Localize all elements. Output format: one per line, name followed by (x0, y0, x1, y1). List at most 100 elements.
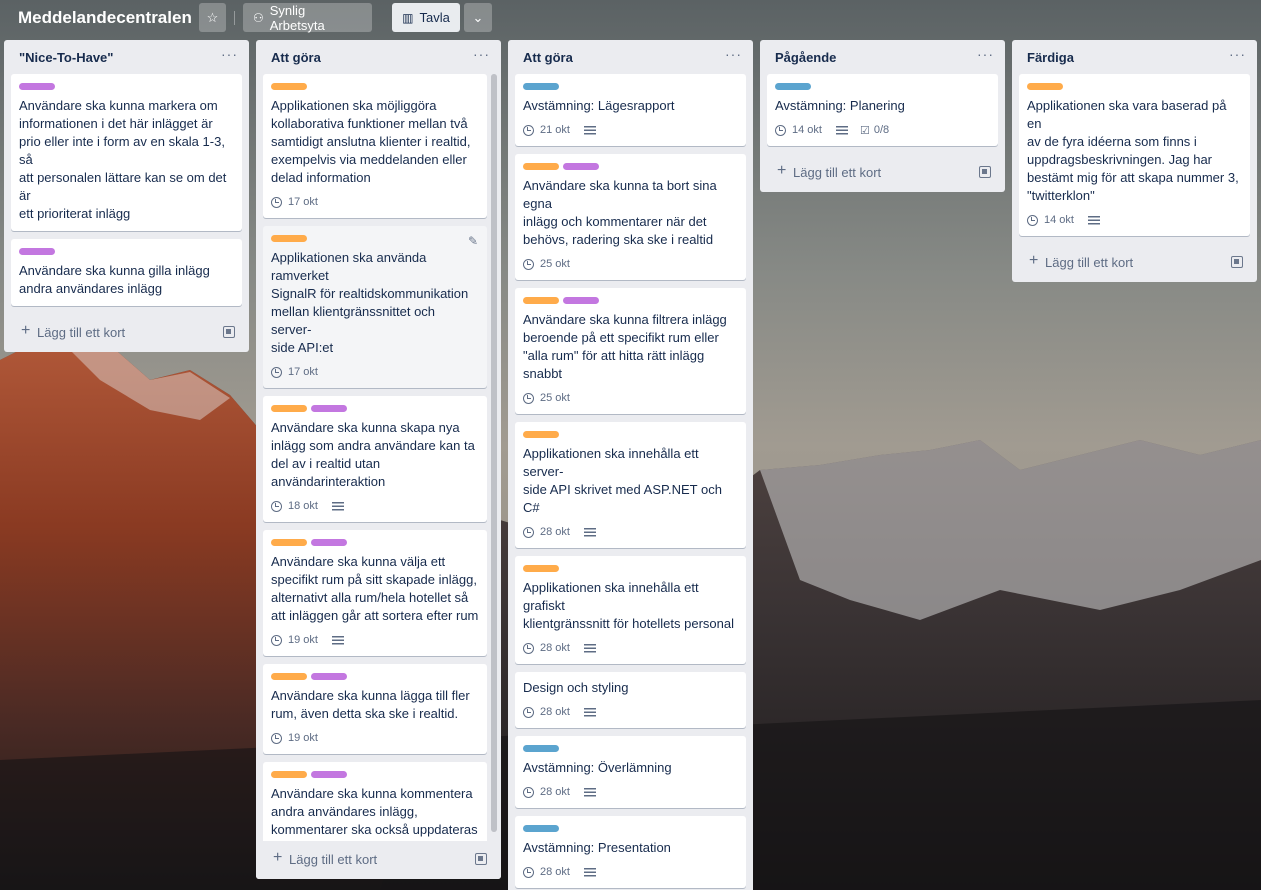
due-date-badge[interactable]: 28 okt (523, 866, 570, 878)
list-title[interactable]: Att göra (523, 50, 573, 65)
card[interactable]: Avstämning: Presentation 28 okt (515, 816, 746, 888)
label-orange[interactable] (1027, 83, 1063, 90)
label-purple[interactable] (311, 673, 347, 680)
list-title[interactable]: Färdiga (1027, 50, 1074, 65)
due-date-badge[interactable]: 25 okt (523, 258, 570, 270)
card-title: Användare ska kunna lägga till fler rum,… (271, 688, 470, 721)
clock-icon (523, 706, 534, 718)
label-purple[interactable] (311, 771, 347, 778)
label-orange[interactable] (523, 297, 559, 304)
list-menu-icon[interactable]: ··· (473, 46, 490, 62)
list-header: Att göra ··· (256, 40, 501, 74)
add-card-button[interactable]: + Lägg till ett kort (256, 841, 501, 879)
label-orange[interactable] (523, 163, 559, 170)
card[interactable]: Avstämning: Lägesrapport 21 okt (515, 74, 746, 146)
card[interactable]: Applikationen ska innehålla ett server- … (515, 422, 746, 548)
card[interactable]: Användare ska kunna skapa nya inlägg som… (263, 396, 487, 522)
card[interactable]: Användare ska kunna lägga till fler rum,… (263, 664, 487, 754)
due-date-badge[interactable]: 19 okt (271, 634, 318, 646)
label-purple[interactable] (563, 163, 599, 170)
description-icon (835, 125, 848, 135)
label-purple[interactable] (311, 405, 347, 412)
label-orange[interactable] (271, 539, 307, 546)
label-orange[interactable] (271, 405, 307, 412)
description-badge (330, 635, 344, 645)
card[interactable]: Användare ska kunna gilla inlägg andra a… (11, 239, 242, 306)
card[interactable]: Applikationen ska innehålla ett grafiskt… (515, 556, 746, 664)
card[interactable]: Applikationen ska möjliggöra kollaborati… (263, 74, 487, 218)
list-title[interactable]: Att göra (271, 50, 321, 65)
card-badges: 18 okt (271, 498, 479, 514)
description-badge (834, 125, 848, 135)
label-orange[interactable] (271, 673, 307, 680)
list-menu-icon[interactable]: ··· (977, 46, 994, 62)
board-view-button[interactable]: ▥ Tavla (392, 3, 460, 32)
due-date-badge[interactable]: 17 okt (271, 366, 318, 378)
board-title[interactable]: Meddelandecentralen (18, 8, 192, 28)
due-date-badge[interactable]: 14 okt (1027, 214, 1074, 226)
label-orange[interactable] (271, 235, 307, 242)
card[interactable]: Avstämning: Överlämning 28 okt (515, 736, 746, 808)
due-date-badge[interactable]: 28 okt (523, 706, 570, 718)
add-card-button[interactable]: + Lägg till ett kort (1012, 244, 1257, 282)
due-date-text: 17 okt (288, 196, 318, 208)
card[interactable]: Användare ska kunna välja ett specifikt … (263, 530, 487, 656)
due-date-badge[interactable]: 25 okt (523, 392, 570, 404)
add-card-button[interactable]: + Lägg till ett kort (760, 154, 1005, 192)
card-template-icon[interactable] (223, 326, 235, 338)
card[interactable]: Användare ska kunna filtrera inlägg bero… (515, 288, 746, 414)
due-date-badge[interactable]: 14 okt (775, 124, 822, 136)
label-orange[interactable] (523, 431, 559, 438)
card[interactable]: Design och styling 28 okt (515, 672, 746, 728)
card[interactable]: Applikationen ska vara baserad på en av … (1019, 74, 1250, 236)
list-menu-icon[interactable]: ··· (1229, 46, 1246, 62)
checklist-count: 0/8 (873, 124, 890, 136)
label-orange[interactable] (271, 83, 307, 90)
label-blue[interactable] (523, 825, 559, 832)
edit-pencil-icon[interactable]: ✎ (468, 234, 478, 248)
due-date-text: 18 okt (288, 500, 318, 512)
due-date-badge[interactable]: 18 okt (271, 500, 318, 512)
card[interactable]: Användare ska kunna ta bort sina egna in… (515, 154, 746, 280)
card-template-icon[interactable] (979, 166, 991, 178)
card[interactable]: ✎ Applikationen ska använda ramverket Sig… (263, 226, 487, 388)
due-date-badge[interactable]: 19 okt (271, 732, 318, 744)
label-purple[interactable] (563, 297, 599, 304)
card-template-icon[interactable] (475, 853, 487, 865)
label-purple[interactable] (311, 539, 347, 546)
view-dropdown-button[interactable]: ⌄ (464, 3, 492, 32)
visibility-label: Synlig Arbetsyta (269, 2, 325, 33)
card[interactable]: Användare ska kunna kommentera andra anv… (263, 762, 487, 841)
list-scrollbar-thumb[interactable] (491, 74, 497, 832)
clock-icon (523, 866, 534, 878)
label-blue[interactable] (523, 83, 559, 90)
description-icon (331, 501, 344, 511)
label-orange[interactable] (271, 771, 307, 778)
card[interactable]: Avstämning: Planering 14 okt ☑ 0/8 (767, 74, 998, 146)
card[interactable]: Användare ska kunna markera om informati… (11, 74, 242, 231)
list-header: Pågående ··· (760, 40, 1005, 74)
label-orange[interactable] (523, 565, 559, 572)
label-purple[interactable] (19, 248, 55, 255)
label-blue[interactable] (775, 83, 811, 90)
list-scrollbar[interactable] (491, 74, 497, 832)
list-menu-icon[interactable]: ··· (725, 46, 742, 62)
list-title[interactable]: "Nice-To-Have" (19, 50, 113, 65)
description-badge (1086, 215, 1100, 225)
card-labels (775, 83, 990, 91)
due-date-badge[interactable]: 28 okt (523, 642, 570, 654)
list-title[interactable]: Pågående (775, 50, 836, 65)
star-button[interactable]: ☆ (199, 3, 226, 32)
list-menu-icon[interactable]: ··· (221, 46, 238, 62)
due-date-badge[interactable]: 28 okt (523, 526, 570, 538)
description-badge (582, 643, 596, 653)
add-card-button[interactable]: + Lägg till ett kort (4, 314, 249, 352)
due-date-badge[interactable]: 28 okt (523, 786, 570, 798)
label-blue[interactable] (523, 745, 559, 752)
label-purple[interactable] (19, 83, 55, 90)
due-date-badge[interactable]: 17 okt (271, 196, 318, 208)
card-labels (271, 673, 479, 681)
due-date-badge[interactable]: 21 okt (523, 124, 570, 136)
card-template-icon[interactable] (1231, 256, 1243, 268)
visibility-button[interactable]: ⚇ Synlig Arbetsyta (243, 2, 372, 33)
